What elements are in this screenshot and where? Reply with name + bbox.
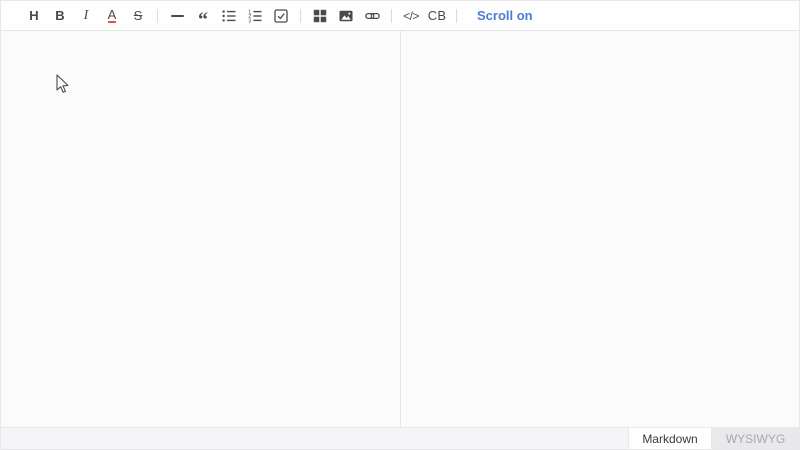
code-block-icon: CB [427,8,447,23]
editor-main-area [1,31,799,427]
heading-button[interactable]: H [21,1,47,31]
bullet-list-icon [222,9,236,23]
preview-pane [401,31,799,427]
bullet-list-button[interactable] [216,1,242,31]
scroll-sync-toggle[interactable]: Scroll on [471,1,539,31]
horizontal-rule-button[interactable] [164,1,190,31]
ordered-list-icon: 1 2 3 [248,9,262,23]
toolbar-divider [300,8,301,23]
strikethrough-button[interactable]: S [125,1,151,31]
toolbar-divider [456,8,457,23]
code-block-button[interactable]: CB [424,1,450,31]
image-icon [339,9,353,23]
font-color-icon: A [107,6,117,23]
link-icon [364,9,380,23]
markdown-editor-pane[interactable] [1,31,401,427]
inline-code-button[interactable]: </> [398,1,424,31]
toolbar-divider [391,8,392,23]
italic-button[interactable]: I [73,1,99,31]
strikethrough-icon: S [133,8,143,23]
bold-button[interactable]: B [47,1,73,31]
hr-icon [170,14,184,17]
table-icon [313,9,327,23]
image-button[interactable] [333,1,359,31]
link-button[interactable] [359,1,385,31]
blockquote-button[interactable]: “ [190,1,216,31]
table-button[interactable] [307,1,333,31]
mouse-cursor-icon [56,74,71,100]
heading-icon: H [29,8,39,23]
blockquote-icon: “ [198,9,208,31]
tab-wysiwyg[interactable]: WYSIWYG [712,428,799,449]
italic-icon: I [83,7,89,23]
task-list-button[interactable] [268,1,294,31]
tab-markdown[interactable]: Markdown [628,428,712,449]
task-list-icon [274,8,288,23]
ordered-list-button[interactable]: 1 2 3 [242,1,268,31]
toolbar-divider [157,8,158,23]
bold-icon: B [55,8,65,23]
mode-switch-bar: Markdown WYSIWYG [1,427,799,449]
svg-text:3: 3 [248,18,251,22]
inline-code-icon: </> [403,8,419,23]
font-color-button[interactable]: A [99,1,125,31]
markdown-editor-app: H B I A S “ 1 2 3 </> CB Scroll on Markd… [0,0,800,450]
editor-toolbar: H B I A S “ 1 2 3 </> CB Scroll on [1,1,799,31]
